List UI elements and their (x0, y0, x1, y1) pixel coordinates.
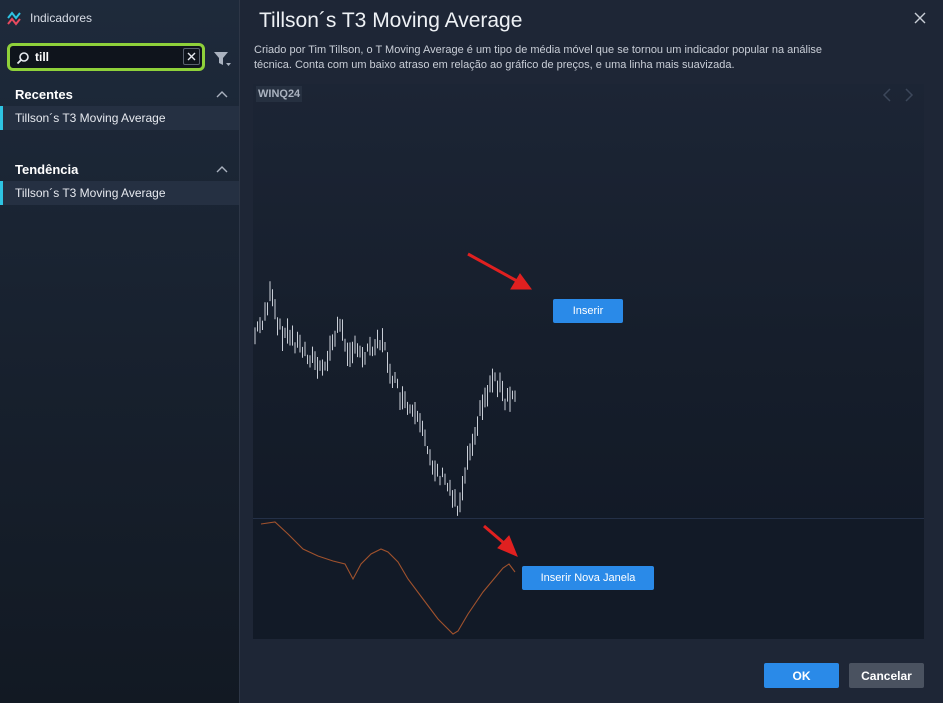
search-input[interactable] (35, 48, 180, 66)
indicator-title: Tillson´s T3 Moving Average (259, 9, 523, 32)
price-candles (254, 281, 516, 516)
ok-button[interactable]: OK (764, 663, 839, 688)
close-dialog-icon[interactable] (913, 11, 927, 25)
indicator-description: Criado por Tim Tillson, o T Moving Avera… (254, 44, 823, 71)
list-item-recent-tillson[interactable]: Tillson´s T3 Moving Average (0, 106, 239, 130)
indicator-preview: WINQ24 Inserir Inserir Nova Janela (253, 84, 924, 639)
close-icon (187, 52, 196, 61)
arrow-to-insert (467, 252, 532, 290)
indicators-logo-icon (7, 11, 21, 26)
filter-icon[interactable] (213, 50, 231, 68)
arrow-to-insert-new-window (483, 524, 518, 557)
sidebar-header: Indicadores (6, 8, 92, 28)
sidebar-title: Indicadores (30, 11, 93, 25)
indicator-line (260, 521, 516, 635)
search-icon (16, 52, 29, 65)
chevron-up-icon[interactable] (216, 89, 228, 99)
section-title-recentes[interactable]: Recentes (15, 87, 73, 102)
insert-button[interactable]: Inserir (553, 299, 623, 323)
section-title-tendencia[interactable]: Tendência (15, 162, 78, 177)
indicator-sidebar: Indicadores Recentes Tillson´s T3 Moving… (0, 0, 240, 703)
symbol-label: WINQ24 (256, 86, 303, 102)
chevron-left-icon[interactable] (882, 88, 892, 102)
list-item-trend-tillson[interactable]: Tillson´s T3 Moving Average (0, 181, 239, 205)
insert-new-window-button[interactable]: Inserir Nova Janela (522, 566, 654, 590)
chevron-right-icon[interactable] (904, 88, 914, 102)
preview-chart (254, 252, 532, 635)
chevron-up-icon[interactable] (216, 164, 228, 174)
search-box[interactable] (7, 43, 205, 71)
clear-search-button[interactable] (183, 48, 200, 65)
cancel-button[interactable]: Cancelar (849, 663, 924, 688)
